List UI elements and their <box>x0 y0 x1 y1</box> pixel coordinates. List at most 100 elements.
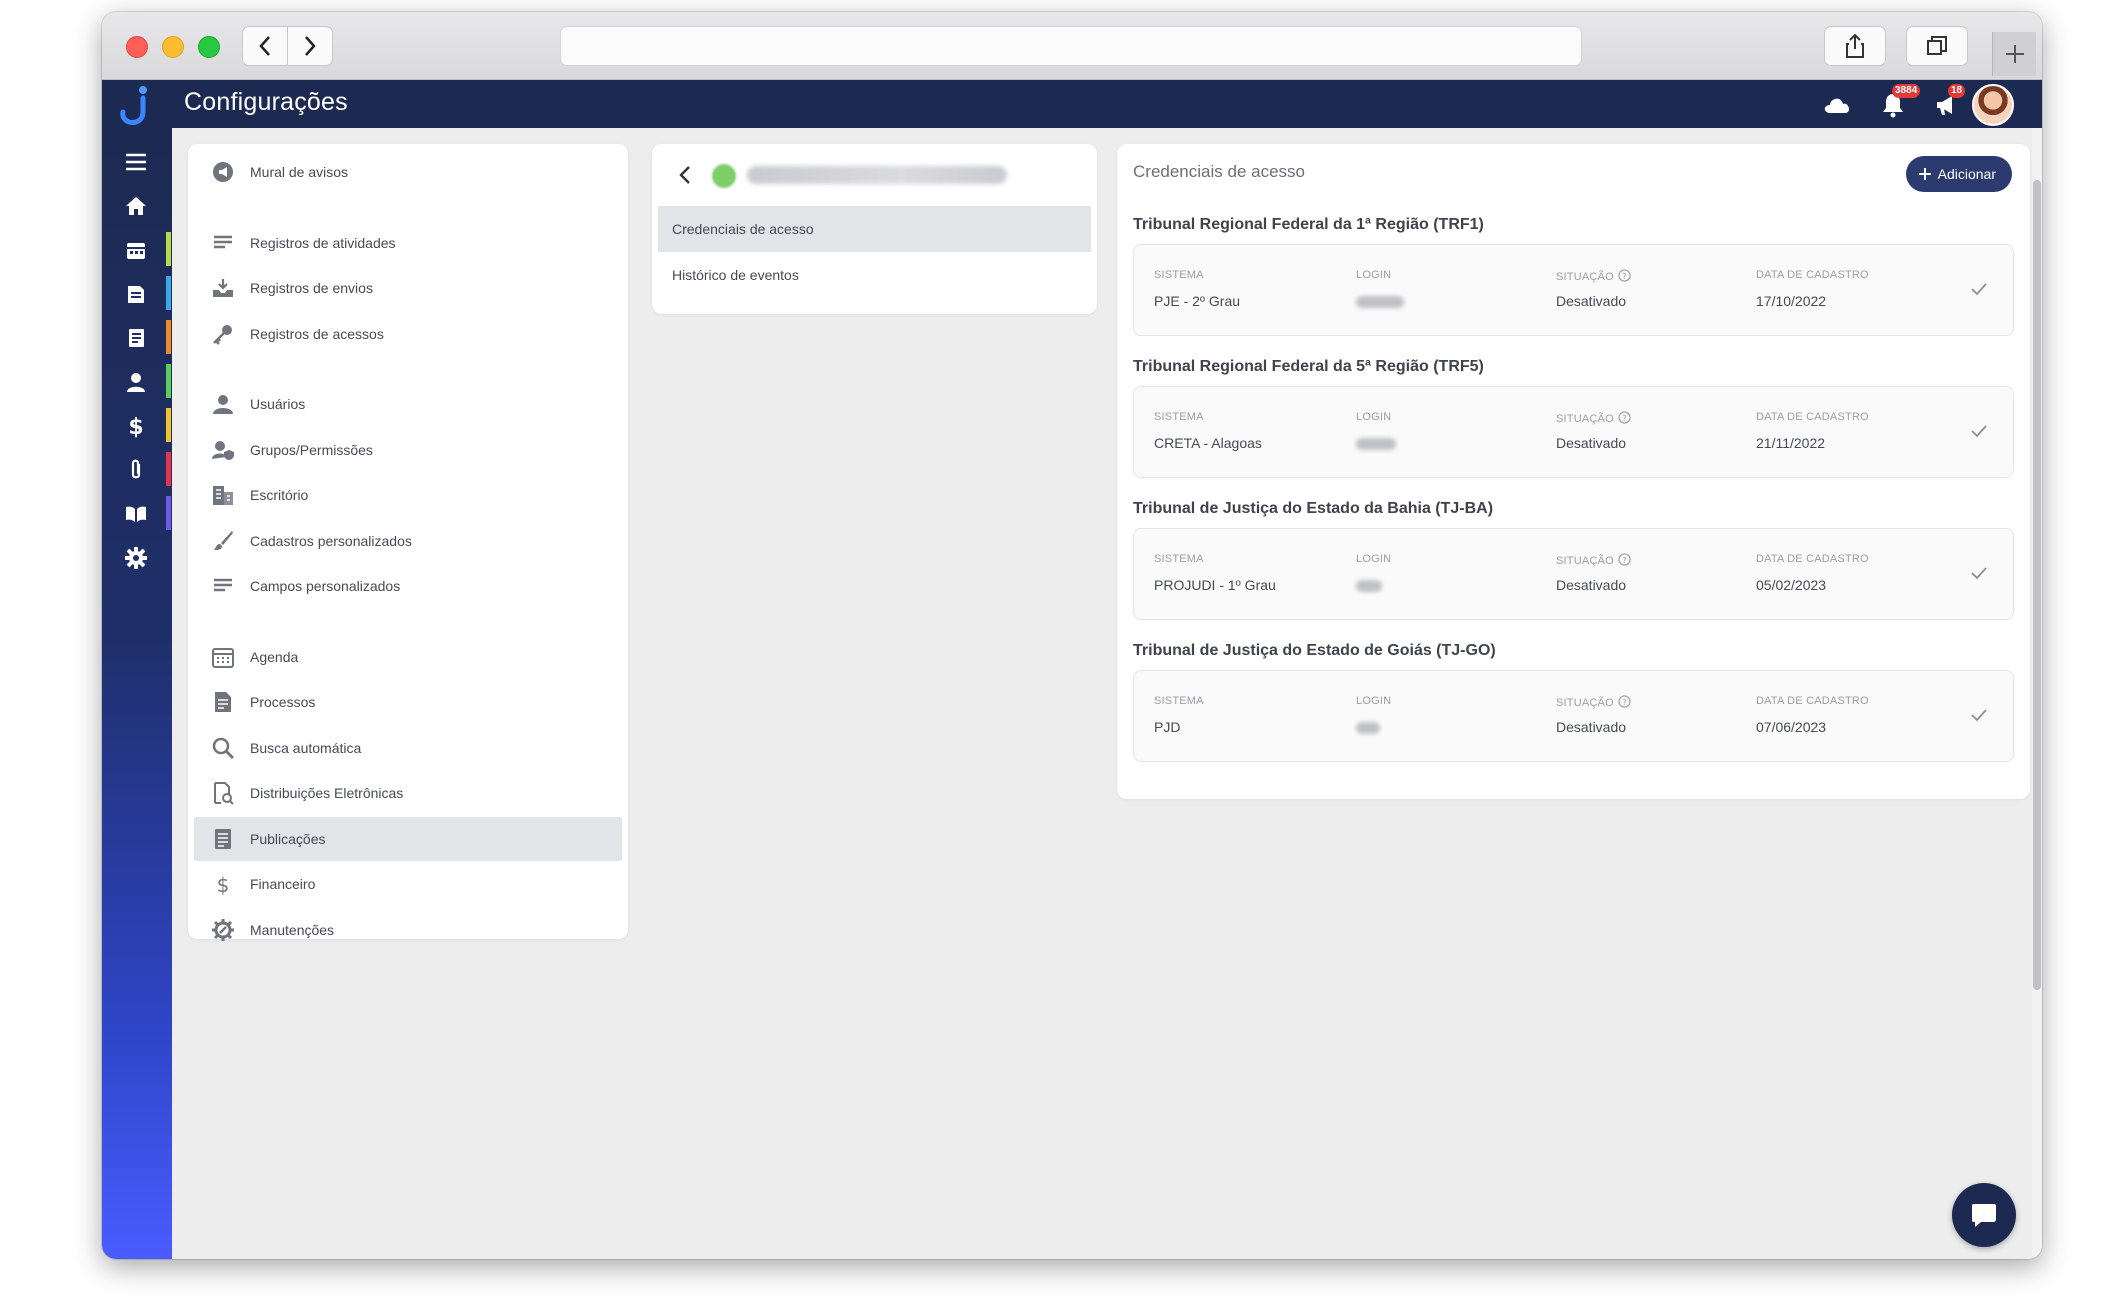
status-value: Desativado <box>1556 577 1627 593</box>
date-label-text: DATA DE CADASTRO <box>1756 411 1869 423</box>
scrollbar[interactable] <box>2032 128 2042 1259</box>
browser-forward-button[interactable] <box>287 26 333 66</box>
nav-settings[interactable] <box>116 540 156 576</box>
share-button[interactable] <box>1824 26 1886 66</box>
credential-card[interactable]: SISTEMA LOGIN SITUAÇÃO? DATA DE CADASTRO CRE… <box>1133 386 2014 478</box>
nav-contacts[interactable] <box>116 364 156 400</box>
check-icon[interactable] <box>1967 703 1991 727</box>
login-label-text: LOGIN <box>1356 553 1392 565</box>
menu-item[interactable]: $ Financeiro <box>194 862 622 906</box>
nav-publications[interactable] <box>116 320 156 356</box>
system-label-text: SISTEMA <box>1154 553 1204 565</box>
login-label-text: LOGIN <box>1356 411 1392 423</box>
cloud-button[interactable] <box>1820 88 1854 122</box>
gear-wrench-icon <box>210 917 236 943</box>
add-credential-button[interactable]: Adicionar <box>1905 156 2012 192</box>
credential-card[interactable]: SISTEMA LOGIN SITUAÇÃO? DATA DE CADASTRO PJE… <box>1133 244 2014 336</box>
nav-home[interactable] <box>116 188 156 224</box>
scrollbar-thumb[interactable] <box>2033 180 2041 990</box>
user-icon <box>127 373 145 392</box>
minimize-window-button[interactable] <box>162 36 184 58</box>
home-icon <box>126 197 146 215</box>
nav-library[interactable] <box>116 496 156 532</box>
status-label: SITUAÇÃO? <box>1556 553 1631 569</box>
check-icon[interactable] <box>1967 561 1991 585</box>
date-value: 21/11/2022 <box>1756 435 1826 451</box>
app-logo[interactable] <box>112 82 158 128</box>
plus-icon <box>2005 45 2024 63</box>
newspaper-icon <box>210 826 236 852</box>
svg-text:?: ? <box>1622 413 1627 423</box>
close-window-button[interactable] <box>126 36 148 58</box>
status-label: SITUAÇÃO? <box>1556 411 1631 427</box>
menu-item[interactable]: Usuários <box>194 382 622 426</box>
help-icon[interactable]: ? <box>1618 411 1631 427</box>
check-icon[interactable] <box>1967 277 1991 301</box>
cloud-icon <box>1824 98 1849 113</box>
notifications-button[interactable]: 3884 <box>1876 84 1921 122</box>
status-label-text: SITUAÇÃO <box>1556 697 1614 709</box>
status-label: SITUAÇÃO? <box>1556 269 1631 285</box>
menu-item[interactable]: Registros de envios <box>194 266 622 310</box>
nav-color-stripe <box>166 408 171 442</box>
show-tabs-button[interactable] <box>1906 26 1968 66</box>
back-button[interactable] <box>672 162 698 188</box>
alerts-button[interactable]: 18 <box>1930 84 1966 122</box>
nav-financial[interactable]: $ <box>116 408 156 444</box>
inbox-icon <box>210 275 236 301</box>
client-name-redacted <box>747 166 1007 184</box>
menu-item[interactable]: Registros de atividades <box>194 221 622 265</box>
page-title: Configurações <box>184 88 348 116</box>
address-bar[interactable] <box>560 26 1582 66</box>
tab-access-credentials[interactable]: Credenciais de acesso <box>658 206 1091 252</box>
svg-text:?: ? <box>1622 697 1627 707</box>
menu-item[interactable]: Mural de avisos <box>194 150 622 194</box>
credential-card[interactable]: SISTEMA LOGIN SITUAÇÃO? DATA DE CADASTRO PRO… <box>1133 528 2014 620</box>
main-content: Mural de avisos Registros de atividades Re… <box>172 128 2042 1259</box>
system-label: SISTEMA <box>1154 553 1204 565</box>
menu-item[interactable]: Escritório <box>194 473 622 517</box>
browser-back-button[interactable] <box>242 26 288 66</box>
tab-label: Credenciais de acesso <box>672 221 814 237</box>
date-label: DATA DE CADASTRO <box>1756 695 1869 707</box>
status-label-text: SITUAÇÃO <box>1556 555 1614 567</box>
help-icon[interactable]: ? <box>1618 553 1631 569</box>
date-value: 07/06/2023 <box>1756 719 1827 735</box>
credential-card[interactable]: SISTEMA LOGIN SITUAÇÃO? DATA DE CADASTRO PJD… <box>1133 670 2014 762</box>
browser-window: Configurações 3884 18 $ Mural de avisos … <box>102 12 2042 1259</box>
menu-item[interactable]: Manutenções <box>194 908 622 952</box>
nav-calendar[interactable] <box>116 232 156 268</box>
menu-item[interactable]: Distribuições Eletrônicas <box>194 771 622 815</box>
new-tab-button[interactable] <box>1992 32 2036 76</box>
menu-item[interactable]: Processos <box>194 680 622 724</box>
help-icon[interactable]: ? <box>1618 269 1631 285</box>
court-title: Tribunal de Justiça do Estado de Goiás (… <box>1133 642 1496 659</box>
help-icon[interactable]: ? <box>1618 695 1631 711</box>
chat-button[interactable] <box>1952 1183 2016 1247</box>
tab-event-history[interactable]: Histórico de eventos <box>658 252 1091 298</box>
menu-item[interactable]: Publicações <box>194 816 622 861</box>
maximize-window-button[interactable] <box>198 36 220 58</box>
nav-attachments[interactable] <box>116 452 156 488</box>
gear-icon <box>125 547 147 569</box>
user-icon <box>210 391 236 417</box>
menu-item[interactable]: Cadastros personalizados <box>194 519 622 563</box>
date-label-text: DATA DE CADASTRO <box>1756 695 1869 707</box>
user-avatar[interactable] <box>1972 84 2014 126</box>
menu-item[interactable]: Campos personalizados <box>194 564 622 608</box>
login-redacted <box>1356 580 1382 592</box>
menu-toggle-button[interactable] <box>116 144 156 180</box>
brush-icon <box>210 528 236 554</box>
login-redacted <box>1356 722 1380 734</box>
check-icon[interactable] <box>1967 419 1991 443</box>
nav-processes[interactable] <box>116 276 156 312</box>
date-label: DATA DE CADASTRO <box>1756 269 1869 281</box>
menu-item[interactable]: Grupos/Permissões <box>194 428 622 472</box>
menu-item[interactable]: Registros de acessos <box>194 312 622 356</box>
menu-item[interactable]: Busca automática <box>194 726 622 770</box>
date-value: 05/02/2023 <box>1756 577 1827 593</box>
menu-item[interactable]: Agenda <box>194 635 622 679</box>
client-status-dot <box>712 164 736 188</box>
book-open-icon <box>126 506 146 522</box>
menu-item-label: Escritório <box>250 487 309 503</box>
